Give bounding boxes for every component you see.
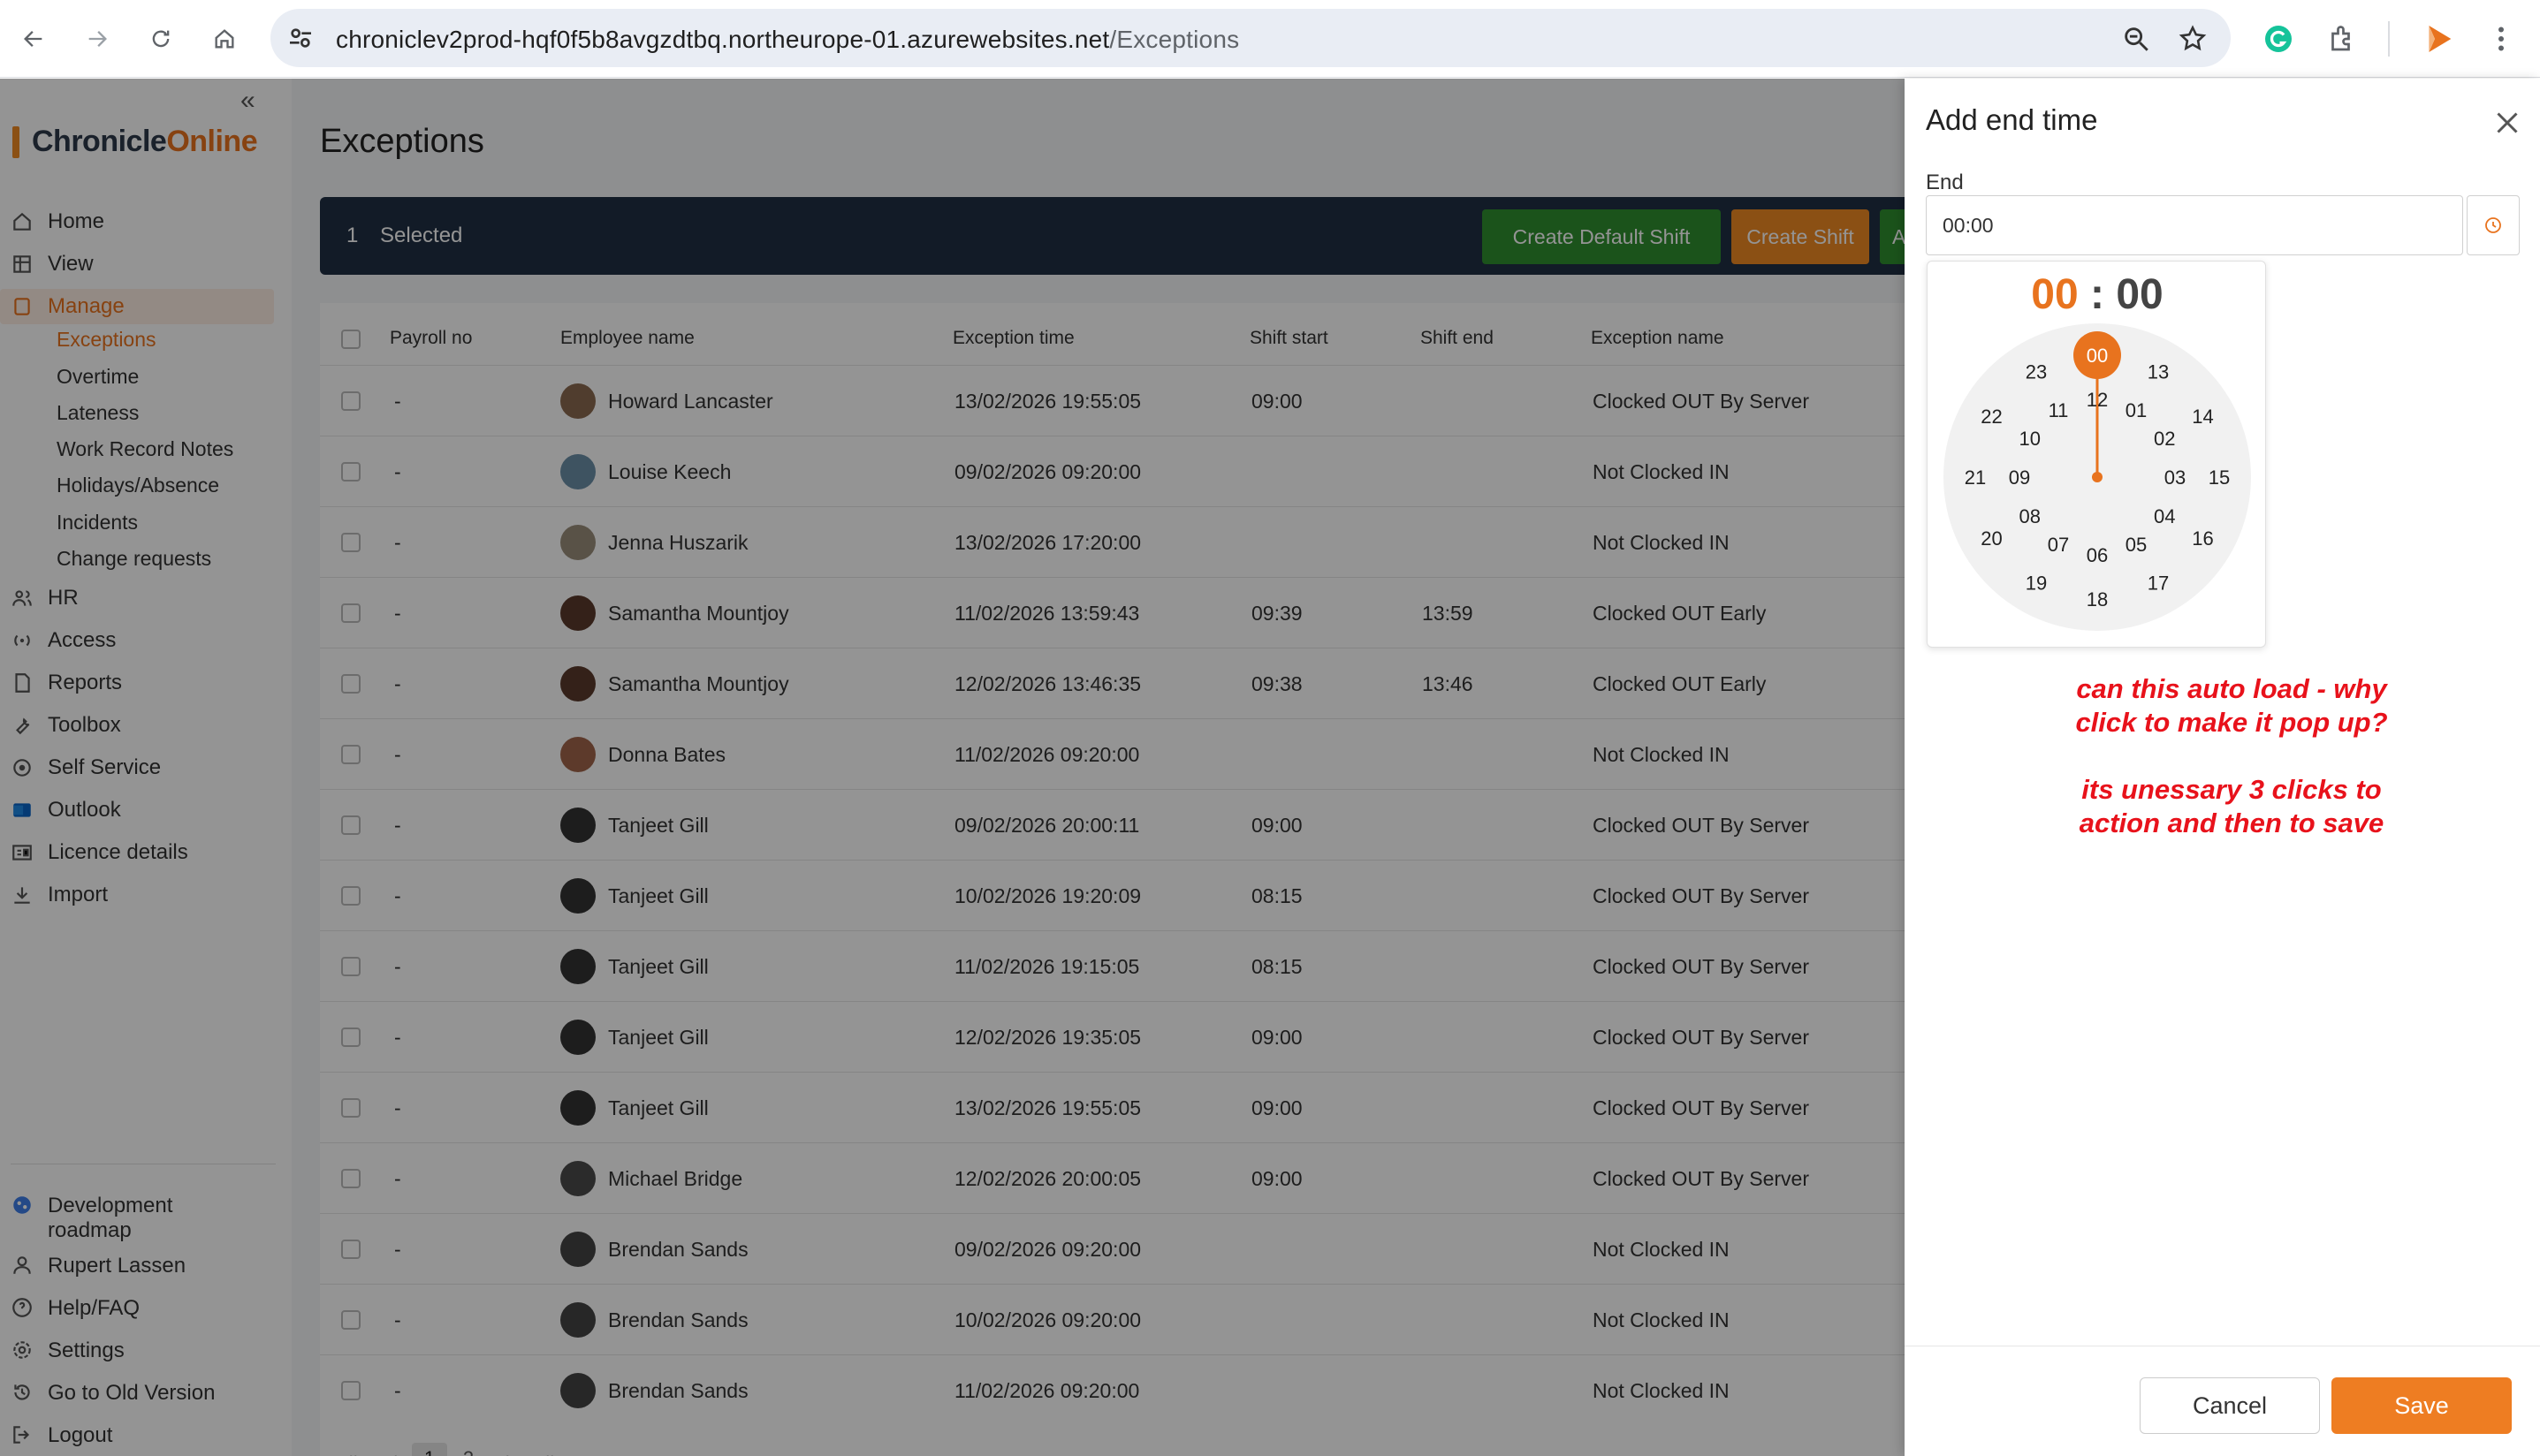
modal-backdrop[interactable] <box>0 79 1905 1456</box>
dial-hour-09[interactable]: 09 <box>2009 466 2030 489</box>
toolbar-divider <box>2388 21 2390 57</box>
dial-hour-14[interactable]: 14 <box>2192 406 2213 428</box>
site-settings-icon[interactable] <box>286 24 315 52</box>
home-browser-icon[interactable] <box>203 18 246 60</box>
cancel-button[interactable]: Cancel <box>2140 1377 2320 1434</box>
back-icon[interactable] <box>12 18 55 60</box>
dial-hour-18[interactable]: 18 <box>2087 588 2108 610</box>
time-picker: 00 : 00 00 13 14 15 16 17 18 19 20 21 22 23 12 01 02 03… <box>1927 261 2266 648</box>
clock-button[interactable] <box>2467 195 2520 255</box>
dial-hour-04[interactable]: 04 <box>2154 505 2175 527</box>
drawer-title: Add end time <box>1926 103 2098 136</box>
extensions-icon[interactable] <box>2326 23 2358 55</box>
dial-hour-12[interactable]: 12 <box>2087 389 2108 411</box>
annotation-note-1: can this auto load - why click to make i… <box>2075 673 2388 738</box>
dial-hour-17[interactable]: 17 <box>2148 573 2169 595</box>
dial-center <box>2092 472 2103 482</box>
dial-hour-16[interactable]: 16 <box>2192 527 2213 550</box>
dial-hour-23[interactable]: 23 <box>2026 360 2047 383</box>
bookmark-star-icon[interactable] <box>2178 24 2208 54</box>
dial-hour-02[interactable]: 02 <box>2154 428 2175 450</box>
dial-hour-15[interactable]: 15 <box>2209 466 2230 489</box>
address-bar[interactable]: chroniclev2prod-hqf0f5b8avgzdtbq.northeu… <box>270 9 2231 67</box>
dial-hour-05[interactable]: 05 <box>2126 534 2147 556</box>
dial-hour-08[interactable]: 08 <box>2019 505 2041 527</box>
reload-icon[interactable] <box>140 18 182 60</box>
add-end-time-drawer: Add end time End 00:00 00 : 00 00 13 14 15 1… <box>1905 79 2540 1456</box>
picker-hours[interactable]: 00 <box>2031 271 2078 318</box>
dial-hour-20[interactable]: 20 <box>1981 527 2002 550</box>
profile-extension-icon[interactable] <box>2422 21 2457 57</box>
picker-time-display: 00 : 00 <box>2031 271 2164 318</box>
forward-icon[interactable] <box>76 18 118 60</box>
picker-minutes[interactable]: 00 <box>2116 271 2163 318</box>
dial-hour-11[interactable]: 11 <box>2049 399 2069 421</box>
save-button[interactable]: Save <box>2331 1377 2512 1434</box>
dial-hour-01[interactable]: 01 <box>2126 399 2147 421</box>
grammarly-icon[interactable] <box>2262 23 2294 55</box>
dial-hour-03[interactable]: 03 <box>2164 466 2186 489</box>
dial-hour-06[interactable]: 06 <box>2087 544 2108 566</box>
dial-hour-21[interactable]: 21 <box>1965 466 1986 489</box>
dial-hour-22[interactable]: 22 <box>1981 406 2002 428</box>
dial-hour-13[interactable]: 13 <box>2148 360 2169 383</box>
dial-hour-00[interactable]: 00 <box>2087 345 2108 367</box>
clock-icon <box>2485 217 2501 233</box>
browser-toolbar: chroniclev2prod-hqf0f5b8avgzdtbq.northeu… <box>0 0 2540 78</box>
end-field-label: End <box>1926 171 1964 194</box>
kebab-menu-icon[interactable] <box>2485 21 2517 57</box>
dial-hour-07[interactable]: 07 <box>2048 534 2069 556</box>
url-text: chroniclev2prod-hqf0f5b8avgzdtbq.northeu… <box>336 26 1240 53</box>
end-time-input[interactable]: 00:00 <box>1926 195 2463 255</box>
zoom-icon[interactable] <box>2121 24 2151 54</box>
annotation-note-2: its unessary 3 clicks to action and then… <box>2079 774 2384 838</box>
close-icon[interactable] <box>2491 107 2523 139</box>
dial-hour-19[interactable]: 19 <box>2026 573 2047 595</box>
clock-dial[interactable]: 00 13 14 15 16 17 18 19 20 21 22 23 12 01 02 03 04 05 06 07… <box>1942 322 2253 633</box>
dial-hour-10[interactable]: 10 <box>2019 428 2041 450</box>
